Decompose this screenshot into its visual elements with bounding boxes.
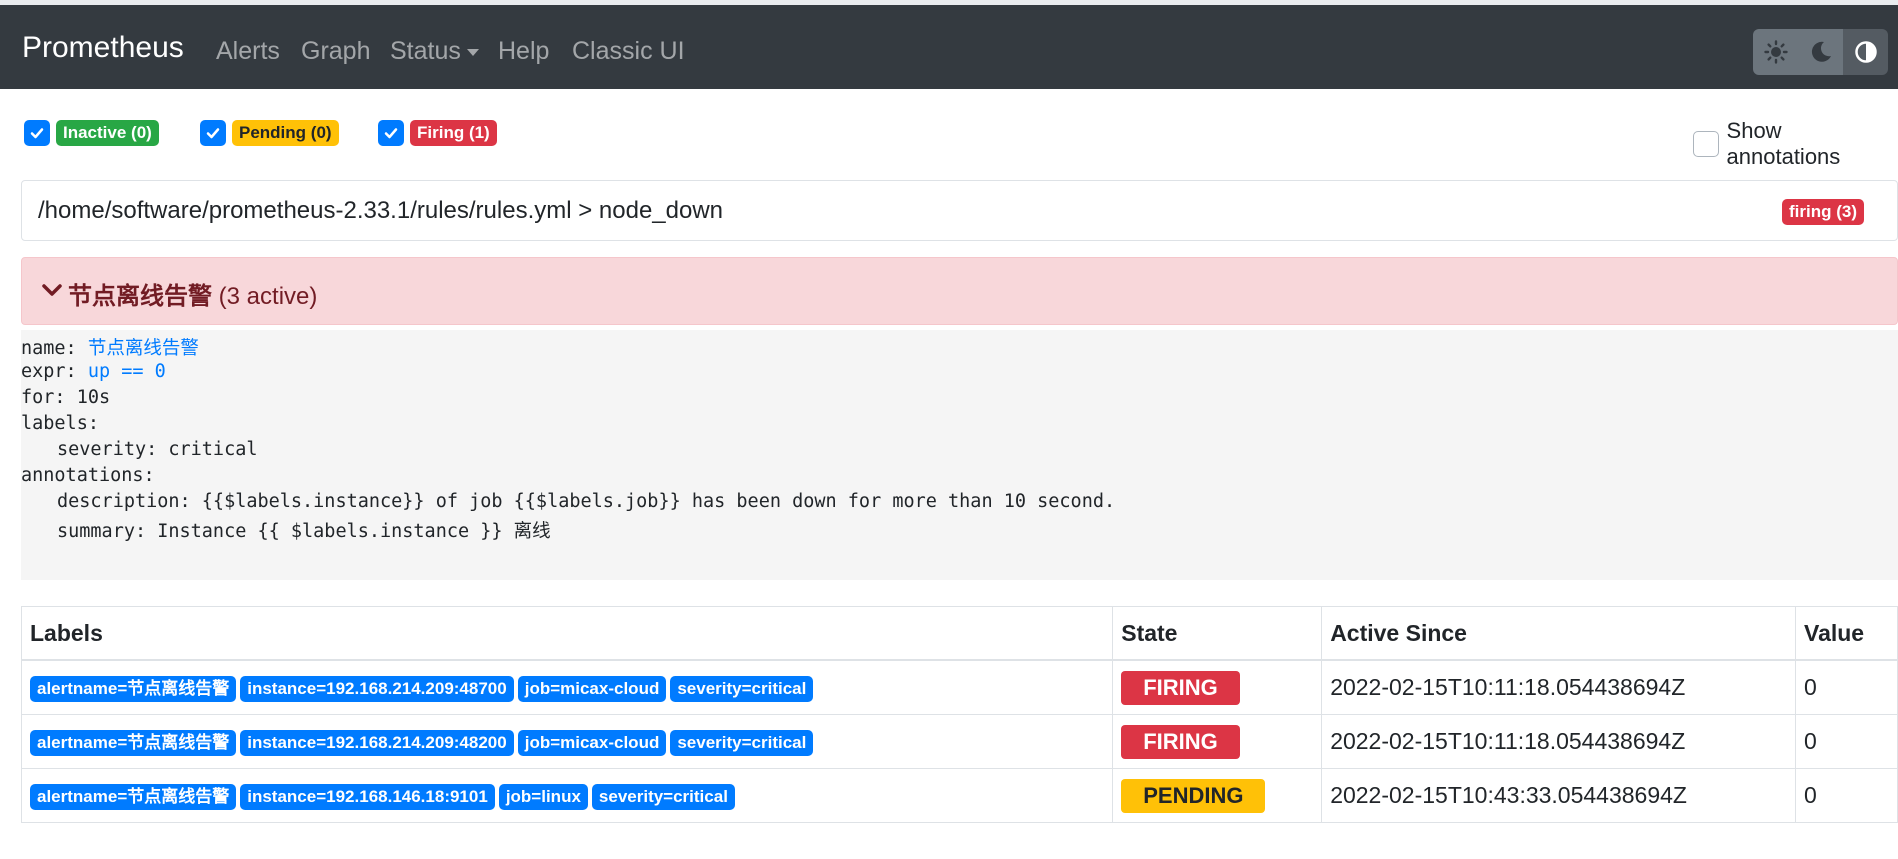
def-expr-key: expr: — [21, 361, 88, 382]
label-badge: instance=192.168.214.209:48200 — [240, 730, 514, 756]
show-annotations-toggle[interactable]: Show annotations — [1693, 118, 1898, 170]
theme-auto-button[interactable] — [1843, 29, 1888, 75]
half-circle-icon — [1854, 41, 1877, 63]
state-cell: FIRING — [1112, 714, 1323, 769]
nav-classic-ui[interactable]: Classic UI — [572, 37, 685, 66]
sun-icon — [1763, 40, 1788, 64]
header-state: State — [1112, 606, 1323, 661]
label-badge: job=micax-cloud — [517, 676, 667, 702]
filter-firing[interactable]: Firing (1) — [378, 118, 497, 148]
firing-badge: Firing (1) — [410, 120, 497, 146]
show-annotations-label: Show annotations — [1726, 118, 1841, 169]
rule-definition: name: 节点离线告警 expr: up == 0 for: 10s labe… — [21, 330, 1898, 580]
def-for-line: for: 10s — [21, 387, 111, 408]
pending-badge: Pending (0) — [232, 120, 339, 146]
label-badge: alertname=节点离线告警 — [30, 730, 237, 756]
filter-pending[interactable]: Pending (0) — [200, 118, 339, 148]
table-row: alertname=节点离线告警 instance=192.168.214.209… — [20, 659, 1898, 715]
alert-rule-title: 节点离线告警 (3 active) — [68, 276, 317, 311]
state-cell: PENDING — [1112, 768, 1323, 823]
checkbox-checked-icon[interactable] — [24, 120, 50, 146]
def-name-line: name: 节点离线告警 — [21, 334, 199, 360]
state-badge: PENDING — [1121, 778, 1266, 813]
brand-link[interactable]: Prometheus — [22, 31, 184, 65]
value-cell: 0 — [1795, 714, 1898, 769]
nav-alerts[interactable]: Alerts — [216, 37, 280, 66]
active-since-cell: 2022-02-15T10:11:18.054438694Z — [1321, 714, 1796, 769]
nav-status-dropdown[interactable]: Status — [390, 37, 479, 66]
checkbox-unchecked-icon[interactable] — [1693, 131, 1719, 157]
labels-cell: alertname=节点离线告警 instance=192.168.146.18:… — [20, 768, 1114, 823]
label-badge: severity=critical — [670, 676, 814, 702]
alert-name: 节点离线告警 — [68, 283, 212, 310]
nav-status-label: Status — [390, 37, 461, 65]
state-badge: FIRING — [1121, 670, 1240, 705]
label-badge: job=linux — [498, 784, 588, 810]
theme-dark-button[interactable] — [1798, 29, 1843, 75]
inactive-badge: Inactive (0) — [56, 120, 159, 146]
label-badge: severity=critical — [670, 730, 814, 756]
table-row: alertname=节点离线告警 instance=192.168.214.209… — [20, 714, 1898, 769]
active-since-cell: 2022-02-15T10:43:33.054438694Z — [1321, 768, 1796, 823]
label-badge: job=micax-cloud — [517, 730, 667, 756]
navbar: Prometheus Alerts Graph Status Help Clas… — [0, 5, 1898, 89]
value-cell: 0 — [1795, 768, 1898, 823]
def-annotations-key: annotations: — [21, 465, 155, 486]
header-active-since: Active Since — [1321, 606, 1796, 661]
label-badge: instance=192.168.214.209:48700 — [240, 676, 514, 702]
checkbox-checked-icon[interactable] — [200, 120, 226, 146]
label-badge: alertname=节点离线告警 — [30, 784, 237, 810]
table-row: alertname=节点离线告警 instance=192.168.146.18:… — [20, 768, 1898, 823]
def-expr-line: expr: up == 0 — [21, 361, 166, 382]
theme-switcher — [1753, 29, 1888, 75]
nav-help[interactable]: Help — [498, 37, 549, 66]
state-cell: FIRING — [1112, 659, 1323, 715]
def-summary-text: summary: Instance {{ $labels.instance }} — [57, 521, 514, 542]
header-labels: Labels — [20, 606, 1114, 661]
rule-group-state-badge: firing (3) — [1782, 199, 1864, 225]
labels-cell: alertname=节点离线告警 instance=192.168.214.209… — [20, 714, 1114, 769]
alerts-table: Labels State Active Since Value alertnam… — [20, 606, 1898, 823]
rule-file-path: /home/software/prometheus-2.33.1/rules/r… — [38, 197, 724, 224]
alert-active-count: (3 active) — [218, 283, 318, 310]
label-badge: instance=192.168.146.18:9101 — [240, 784, 495, 810]
active-since-cell: 2022-02-15T10:11:18.054438694Z — [1321, 659, 1796, 715]
filter-inactive[interactable]: Inactive (0) — [24, 118, 159, 148]
header-value: Value — [1795, 606, 1898, 661]
moon-icon — [1811, 41, 1831, 62]
labels-cell: alertname=节点离线告警 instance=192.168.214.209… — [20, 659, 1114, 715]
def-summary-line: summary: Instance {{ $labels.instance }}… — [57, 517, 551, 543]
def-summary-cjk: 离线 — [513, 521, 551, 542]
nav-graph[interactable]: Graph — [301, 37, 370, 66]
def-expr-link[interactable]: up == 0 — [88, 361, 166, 382]
def-severity-line: severity: critical — [57, 439, 258, 460]
chevron-down-icon — [466, 48, 479, 56]
rule-group-header: /home/software/prometheus-2.33.1/rules/r… — [21, 180, 1898, 241]
state-badge: FIRING — [1121, 724, 1240, 759]
checkbox-checked-icon[interactable] — [378, 120, 404, 146]
value-cell: 0 — [1795, 659, 1898, 715]
theme-light-button[interactable] — [1753, 29, 1798, 75]
label-badge: severity=critical — [591, 784, 735, 810]
chevron-down-icon — [42, 284, 62, 296]
alert-rule-header[interactable]: 节点离线告警 (3 active) — [21, 257, 1898, 325]
table-header-row: Labels State Active Since Value — [20, 606, 1898, 661]
def-name-key: name: — [21, 338, 88, 359]
def-labels-key: labels: — [21, 413, 99, 434]
def-name-link[interactable]: 节点离线告警 — [88, 338, 199, 359]
label-badge: alertname=节点离线告警 — [30, 676, 237, 702]
def-description-line: description: {{$labels.instance}} of job… — [57, 491, 1116, 512]
